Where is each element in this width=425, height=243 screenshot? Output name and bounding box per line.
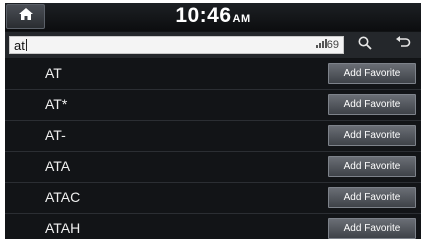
search-button[interactable]: [347, 35, 383, 55]
search-input-value: at: [14, 38, 25, 53]
list-item[interactable]: AT- Add Favorite: [5, 121, 421, 152]
signal-icon: [315, 38, 327, 53]
list-item[interactable]: ATA Add Favorite: [5, 152, 421, 183]
list-item-label: AT: [45, 65, 62, 81]
text-cursor: [25, 39, 27, 51]
search-input-text: at: [14, 37, 27, 54]
screen: 10:46AM at 69 AT Add Favorite AT* Add Fa…: [5, 3, 421, 239]
add-favorite-button[interactable]: Add Favorite: [328, 63, 416, 84]
search-bar: at 69: [5, 32, 421, 58]
add-favorite-button[interactable]: Add Favorite: [328, 156, 416, 177]
search-icon: [358, 36, 372, 55]
list-item[interactable]: AT* Add Favorite: [5, 90, 421, 121]
add-favorite-button[interactable]: Add Favorite: [328, 218, 416, 239]
list-item[interactable]: AT Add Favorite: [5, 59, 421, 90]
search-input[interactable]: at 69: [9, 36, 344, 54]
list-item-label: ATA: [45, 158, 71, 174]
clock: 10:46AM: [5, 4, 421, 28]
back-icon: [395, 35, 411, 55]
list-item[interactable]: ATAH Add Favorite: [5, 214, 421, 239]
list-item-label: AT-: [45, 127, 66, 143]
top-bar: 10:46AM: [5, 3, 421, 31]
list-item[interactable]: ATAC Add Favorite: [5, 183, 421, 214]
add-favorite-button[interactable]: Add Favorite: [328, 187, 416, 208]
add-favorite-button[interactable]: Add Favorite: [328, 94, 416, 115]
result-count-value: 69: [326, 39, 339, 51]
list-item-label: ATAH: [45, 220, 81, 236]
list-item-label: AT*: [45, 96, 68, 112]
clock-time: 10:46: [175, 4, 232, 27]
list-item-label: ATAC: [45, 189, 81, 205]
back-button[interactable]: [387, 35, 419, 55]
result-count: 69: [315, 38, 339, 53]
add-favorite-button[interactable]: Add Favorite: [328, 125, 416, 146]
clock-ampm: AM: [232, 13, 251, 25]
results-list: AT Add Favorite AT* Add Favorite AT- Add…: [5, 59, 421, 239]
